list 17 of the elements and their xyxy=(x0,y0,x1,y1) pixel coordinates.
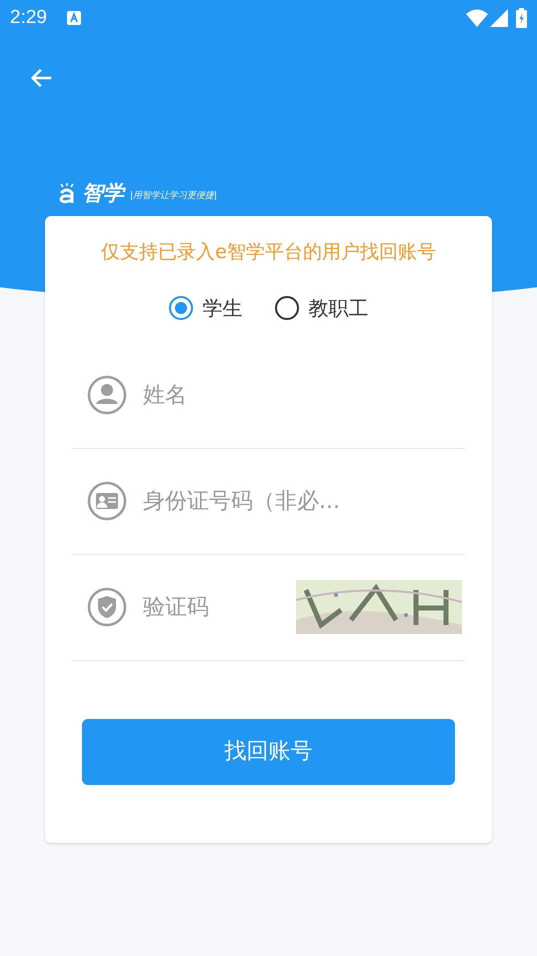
text-field[interactable]: 验证码 xyxy=(143,590,280,624)
id-card-icon xyxy=(87,481,127,521)
logo-text: 智学 xyxy=(82,183,124,204)
keyboard-app-icon xyxy=(66,11,81,25)
person-icon xyxy=(87,375,127,415)
role-radio[interactable]: 学生 xyxy=(168,292,242,322)
wifi-icon xyxy=(466,9,488,27)
notice-text: 仅支持已录入e智学平台的用户找回账号 xyxy=(100,240,437,265)
shield-check-icon xyxy=(87,587,127,627)
text-field[interactable]: 身份证号码（非必... xyxy=(143,484,465,518)
battery-icon xyxy=(516,8,527,28)
text-field[interactable]: 姓名 xyxy=(143,378,465,412)
logo-icon xyxy=(58,182,76,204)
role-radio[interactable]: 教职工 xyxy=(274,292,368,322)
status-time: 2:29 xyxy=(10,6,47,30)
logo-slogan: |用智学让学习更便捷| xyxy=(130,192,218,201)
signal-icon xyxy=(490,9,508,27)
